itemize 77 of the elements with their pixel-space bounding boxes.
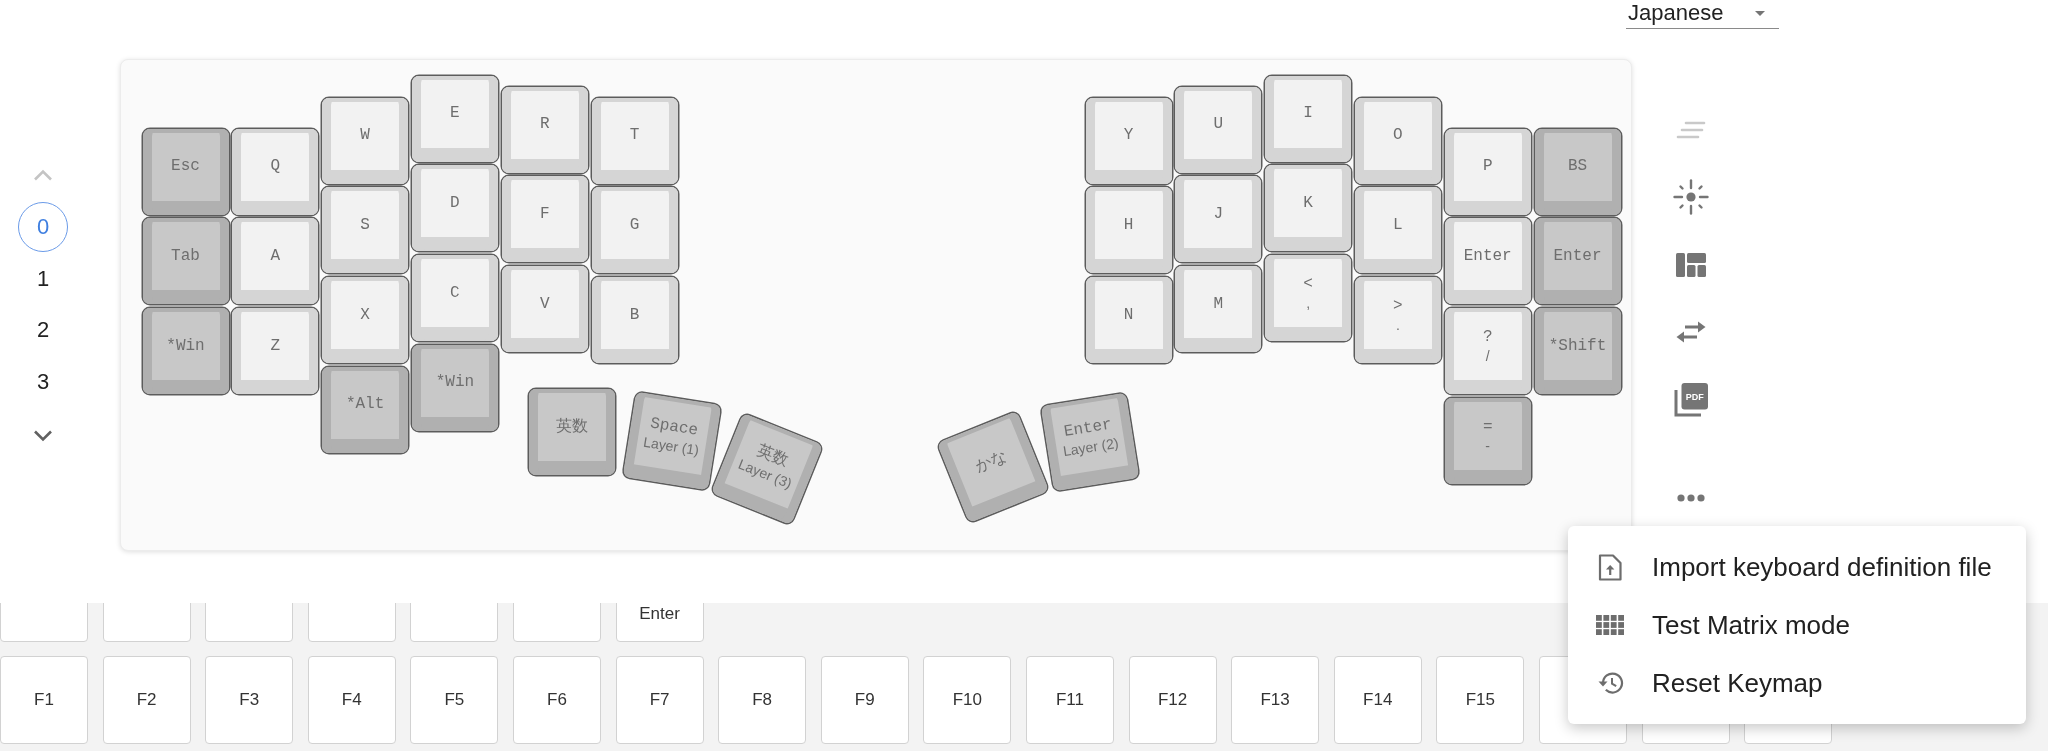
keyboard-key[interactable]: X <box>322 277 409 364</box>
swap-icon[interactable] <box>1676 321 1706 344</box>
keyboard-key[interactable]: G <box>591 187 678 274</box>
more-icon[interactable] <box>1677 493 1705 502</box>
keyboard-key[interactable]: P <box>1444 128 1531 215</box>
menu-item[interactable]: Import keyboard definition file <box>1568 538 2026 596</box>
keyboard-key[interactable]: L <box>1354 187 1441 274</box>
keycode-button[interactable]: F12 <box>1128 656 1217 744</box>
keycode-button[interactable]: F6 <box>512 656 601 744</box>
menu-item[interactable]: Reset Keymap <box>1568 654 2026 712</box>
keyboard-key[interactable]: Enter Layer (2) <box>1040 392 1140 492</box>
file-upload-icon <box>1598 553 1622 581</box>
dashboard-icon[interactable] <box>1676 252 1706 277</box>
keyboard-key[interactable]: Esc <box>142 128 229 215</box>
sun-icon[interactable] <box>1673 179 1709 216</box>
keyboard-key[interactable]: Space Layer (1) <box>622 391 722 491</box>
keycode-button[interactable]: F2 <box>102 656 191 744</box>
menu-item[interactable]: Test Matrix mode <box>1568 596 2026 654</box>
keyboard-key[interactable]: < , <box>1265 255 1352 342</box>
language-select[interactable]: Japanese <box>1626 0 1779 29</box>
keyboard-key[interactable]: V <box>501 266 588 353</box>
layer-tab[interactable]: 0 <box>18 202 68 253</box>
keyboard-key[interactable]: E <box>411 75 498 162</box>
keycode-button[interactable]: F15 <box>1436 656 1525 744</box>
layer-tab[interactable]: 1 <box>18 253 68 304</box>
keyboard-key[interactable]: H <box>1085 187 1172 274</box>
keyboard-key[interactable]: I <box>1265 75 1352 162</box>
keyboard-key[interactable]: K <box>1265 165 1352 252</box>
chevron-down-icon[interactable] <box>33 429 53 442</box>
keyboard-key[interactable]: S <box>322 187 409 274</box>
keyboard-key[interactable]: C <box>411 255 498 342</box>
keyboard-key[interactable]: U <box>1175 86 1262 173</box>
layer-tab[interactable]: 3 <box>18 356 68 407</box>
keyboard-key[interactable]: BS <box>1534 128 1621 215</box>
keyboard-key[interactable]: Q <box>232 128 319 215</box>
keyboard-key[interactable]: N <box>1085 277 1172 364</box>
keyboard-key[interactable]: Enter <box>1444 218 1531 305</box>
keyboard-key[interactable]: 英数 Layer (3) <box>711 413 823 525</box>
keyboard-key[interactable]: B <box>591 277 678 364</box>
keyboard-key[interactable]: ? / <box>1444 308 1531 395</box>
keyboard-key[interactable]: かな <box>937 411 1049 523</box>
keyboard-key[interactable]: O <box>1354 97 1441 184</box>
keyboard-key[interactable]: M <box>1175 266 1262 353</box>
keycode-button[interactable]: F14 <box>1333 656 1422 744</box>
keyboard-key[interactable]: *Alt <box>322 366 409 453</box>
layer-tab[interactable]: 2 <box>18 305 68 356</box>
keyboard-key[interactable]: *Win <box>411 344 498 431</box>
caret-icon <box>1755 10 1765 16</box>
keyboard-key[interactable]: *Shift <box>1534 308 1621 395</box>
keyboard-key[interactable]: D <box>411 165 498 252</box>
grid-icon <box>1596 615 1624 635</box>
keycode-button[interactable]: F1 <box>0 656 88 744</box>
keyboard-key[interactable]: T <box>591 97 678 184</box>
keyboard-key[interactable]: 英数 <box>529 389 615 475</box>
keyboard-key[interactable]: Enter <box>1534 218 1621 305</box>
history-icon <box>1596 671 1624 695</box>
keyboard-key[interactable]: R <box>501 86 588 173</box>
keyboard-key[interactable]: A <box>232 218 319 305</box>
keycode-button[interactable]: F3 <box>205 656 294 744</box>
keycode-button[interactable]: F7 <box>615 656 704 744</box>
keycode-button[interactable]: F9 <box>820 656 909 744</box>
keyboard-key[interactable]: Z <box>232 308 319 395</box>
keyboard-key[interactable]: Y <box>1085 97 1172 184</box>
keyboard-key[interactable]: J <box>1175 176 1262 263</box>
keycode-button[interactable]: F11 <box>1025 656 1114 744</box>
keycode-button[interactable]: F4 <box>307 656 396 744</box>
keycode-button[interactable]: F10 <box>923 656 1012 744</box>
keycode-button[interactable]: Enter <box>615 603 704 642</box>
keyboard-key[interactable]: > . <box>1354 277 1441 364</box>
keycode-button[interactable]: F5 <box>410 656 499 744</box>
keycode-button[interactable]: F8 <box>718 656 807 744</box>
keycode-button[interactable]: F13 <box>1231 656 1320 744</box>
keyboard-key[interactable]: *Win <box>142 308 229 395</box>
keyboard-key[interactable]: W <box>322 97 409 184</box>
keyboard-key[interactable]: Tab <box>142 218 229 305</box>
keyboard-key[interactable]: = - <box>1444 397 1531 484</box>
keyboard-key[interactable]: F <box>501 176 588 263</box>
